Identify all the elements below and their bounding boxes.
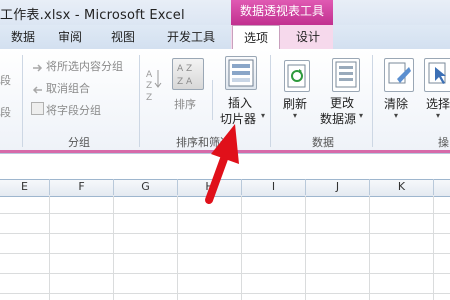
group-separator bbox=[212, 80, 213, 120]
window-title: 工作表.xlsx - Microsoft Excel bbox=[0, 8, 185, 23]
grid-line bbox=[0, 213, 450, 214]
partial-left-item-1[interactable]: 段 bbox=[0, 72, 11, 88]
change-source-line2[interactable]: 数据源 bbox=[320, 110, 356, 127]
refresh-icon bbox=[284, 60, 310, 92]
worksheet-grid[interactable] bbox=[0, 196, 450, 300]
annotation-arrow-icon bbox=[205, 124, 239, 204]
column-header-e[interactable]: E bbox=[0, 179, 50, 195]
pivottable-tools-header: 数据透视表工具 bbox=[231, 0, 333, 25]
change-source-line1[interactable]: 更改 bbox=[330, 94, 354, 111]
group-label-grouping: 分组 bbox=[68, 136, 90, 149]
select-dropdown-icon[interactable]: ▾ bbox=[436, 111, 440, 120]
group-label-data: 数据 bbox=[312, 136, 334, 149]
grid-line bbox=[241, 196, 242, 300]
sort-az-icon[interactable]: AZ Z bbox=[145, 66, 163, 106]
svg-text:A: A bbox=[146, 70, 153, 80]
column-header-g[interactable]: G bbox=[114, 179, 178, 195]
grid-line bbox=[0, 293, 450, 294]
svg-text:Z: Z bbox=[146, 93, 152, 103]
ungroup-icon bbox=[32, 81, 43, 94]
group-selection-button[interactable]: 将所选内容分组 bbox=[46, 58, 123, 74]
tab-review[interactable]: 审阅 bbox=[47, 25, 93, 49]
clear-dropdown-icon[interactable]: ▾ bbox=[394, 111, 398, 120]
tab-developer[interactable]: 开发工具 bbox=[156, 25, 226, 49]
svg-text:A Z: A Z bbox=[177, 64, 192, 74]
insert-slicer-line1[interactable]: 插入 bbox=[228, 94, 252, 111]
change-data-source-icon bbox=[332, 58, 360, 92]
group-field-icon bbox=[31, 102, 44, 115]
group-field-button[interactable]: 将字段分组 bbox=[46, 102, 101, 118]
refresh-dropdown-icon[interactable]: ▾ bbox=[293, 111, 297, 120]
grid-line bbox=[0, 273, 450, 274]
grid-line bbox=[369, 196, 370, 300]
tab-options[interactable]: 选项 bbox=[232, 25, 280, 50]
grid-line bbox=[0, 233, 450, 234]
group-separator bbox=[372, 55, 373, 147]
tab-view[interactable]: 视图 bbox=[100, 25, 146, 49]
tab-design[interactable]: 设计 bbox=[285, 25, 331, 49]
partial-left-item-2[interactable]: 段 bbox=[0, 104, 11, 120]
grid-line bbox=[0, 253, 450, 254]
clear-icon bbox=[384, 58, 414, 92]
svg-text:Z: Z bbox=[146, 81, 152, 91]
grid-line bbox=[305, 196, 306, 300]
tab-data[interactable]: 数据 bbox=[0, 25, 46, 49]
grid-line bbox=[113, 196, 114, 300]
clear-button[interactable]: 清除 bbox=[384, 95, 408, 112]
group-separator bbox=[139, 55, 140, 147]
change-source-dropdown-icon[interactable]: ▾ bbox=[359, 111, 363, 120]
grid-line bbox=[177, 196, 178, 300]
svg-text:Z A: Z A bbox=[177, 77, 193, 87]
slicer-dropdown-icon[interactable]: ▾ bbox=[261, 111, 265, 120]
ungroup-button[interactable]: 取消组合 bbox=[46, 80, 90, 96]
title-bar: 工作表.xlsx - Microsoft Excel bbox=[0, 0, 450, 25]
group-label-actions: 操 bbox=[438, 136, 449, 149]
grid-line bbox=[49, 196, 50, 300]
group-separator bbox=[22, 55, 23, 147]
grid-line bbox=[433, 196, 434, 300]
refresh-button[interactable]: 刷新 bbox=[283, 95, 307, 112]
sort-icon: A Z Z A bbox=[172, 58, 204, 90]
column-header-f[interactable]: F bbox=[50, 179, 114, 195]
select-button[interactable]: 选择 bbox=[426, 95, 450, 112]
column-header-j[interactable]: J bbox=[306, 179, 370, 195]
group-selection-icon bbox=[32, 59, 43, 72]
group-separator bbox=[270, 55, 271, 147]
sort-button[interactable]: 排序 bbox=[174, 96, 196, 112]
column-header-k[interactable]: K bbox=[370, 179, 434, 195]
select-icon bbox=[424, 58, 450, 92]
slicer-icon bbox=[225, 56, 257, 90]
